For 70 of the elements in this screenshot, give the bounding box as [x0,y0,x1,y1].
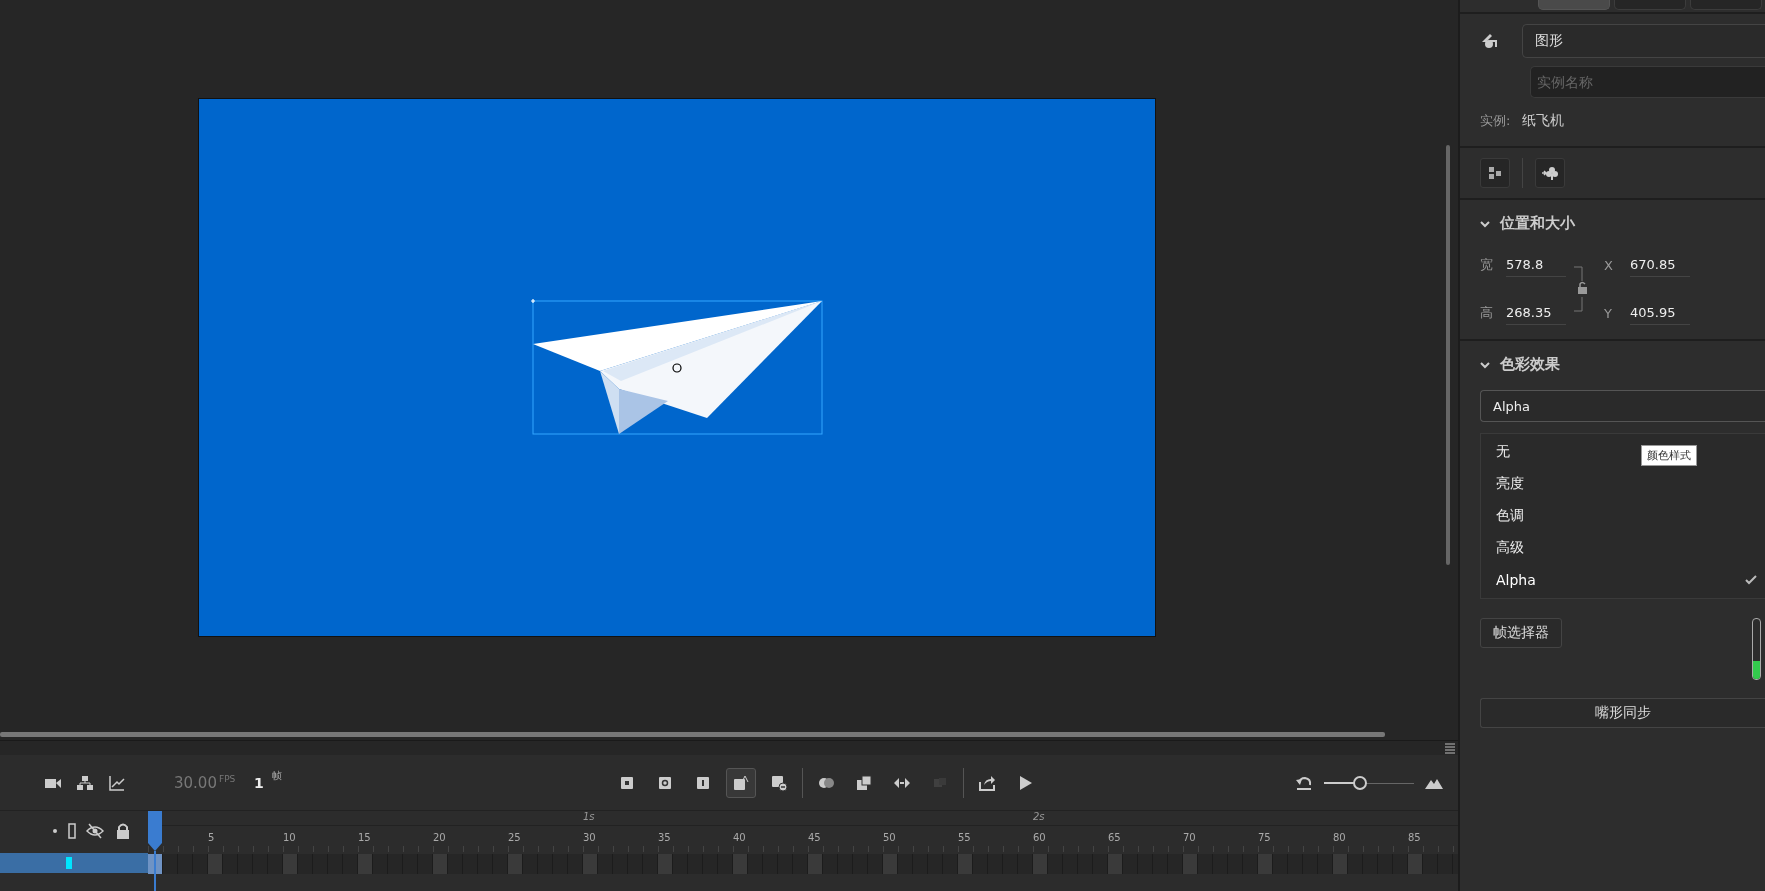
menu-icon [1444,742,1456,754]
height-field[interactable]: 268.35 [1506,301,1566,325]
slider-thumb[interactable] [1353,775,1367,790]
frame-number: 85 [1408,831,1422,845]
frame-number: 30 [583,831,597,845]
stacked-squares-icon [854,773,873,792]
symbol-type-dropdown[interactable]: 图形 [1522,24,1765,58]
height-label: 高 [1480,304,1494,322]
vertical-scrollbar[interactable] [1446,145,1450,565]
frame-unit-label: 帧 [271,769,282,783]
frame-number: 40 [733,831,747,845]
seconds-marker: 2s [1033,811,1046,824]
y-field[interactable]: 405.95 [1630,301,1690,325]
frame-number: 20 [433,831,447,845]
layer-color-marker [66,857,72,869]
color-style-dropdown[interactable]: Alpha [1480,390,1765,422]
horizontal-scrollbar[interactable] [0,731,1385,737]
squares-icon [1487,165,1503,181]
export-icon [977,773,996,792]
x-field[interactable]: 670.85 [1630,253,1690,277]
y-label: Y [1604,305,1613,321]
instance-symbol-name: 纸飞机 [1522,112,1565,130]
width-label: 宽 [1480,256,1494,274]
frame-minus-icon [769,773,788,792]
menu-item[interactable]: 亮度 [1481,468,1765,500]
frame-number: 75 [1258,831,1272,845]
seconds-marker: 1s [583,811,596,824]
eye-slash-icon [86,822,104,840]
current-frame[interactable]: 1 [254,774,264,791]
frame-number: 65 [1108,831,1122,845]
frame-number: 60 [1033,831,1047,845]
arrow-club-icon [1541,165,1559,181]
tooltip: 颜色样式 [1641,445,1697,466]
frame-number: 55 [958,831,972,845]
symbol-icon [1480,32,1498,50]
frame-number: 10 [283,831,297,845]
frame-number: 80 [1333,831,1347,845]
frame-number: 70 [1183,831,1197,845]
instance-name-field[interactable]: 实例名称 [1530,66,1765,98]
section-title[interactable]: 色彩效果 [1500,355,1560,374]
outline-rectangle-icon [68,823,76,839]
layer-row[interactable] [0,853,148,873]
timeline-tool-button[interactable] [725,767,756,798]
edit-symbol-button[interactable] [1535,158,1565,188]
frame-number: 45 [808,831,822,845]
checkmark-icon [1745,575,1757,585]
chevron-down-icon[interactable] [1480,218,1490,229]
swap-symbol-button[interactable] [1480,158,1510,188]
graph-icon [108,773,126,792]
zoom-slider[interactable] [1324,775,1414,790]
frame-picker-button[interactable]: 帧选择器 [1480,618,1562,648]
frame-number: 25 [508,831,522,845]
instance-label: 实例: [1480,112,1511,130]
menu-item[interactable]: Alpha [1481,564,1765,596]
menu-item[interactable]: 色调 [1481,500,1765,532]
lip-sync-button[interactable]: 嘴形同步 [1480,698,1765,728]
frame-number: 15 [358,831,372,845]
playhead[interactable] [148,811,162,851]
x-label: X [1604,257,1614,273]
width-field[interactable]: 578.8 [1506,253,1566,277]
frame-number: 35 [658,831,672,845]
paper-plane-drawing[interactable] [531,299,825,437]
frame-number: 50 [883,831,897,845]
chevron-down-icon[interactable] [1480,359,1490,370]
menu-item[interactable]: 高级 [1481,532,1765,564]
section-title[interactable]: 位置和大小 [1500,214,1575,233]
dot-icon [52,828,58,834]
hierarchy-icon [76,773,94,792]
lock-icon [114,822,132,840]
frame-number: 5 [208,831,216,845]
